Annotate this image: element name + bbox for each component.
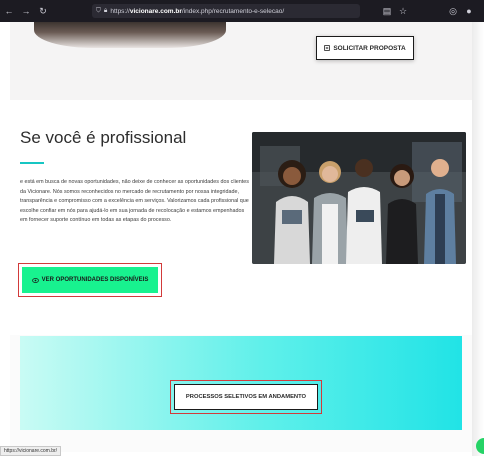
hero-image (34, 22, 226, 48)
shield-icon[interactable]: ⛉ (96, 7, 101, 15)
title-underline (20, 162, 44, 164)
solicitar-proposta-button[interactable]: SOLICITAR PROPOSTA (316, 36, 414, 60)
document-icon (324, 45, 331, 51)
account-icon[interactable]: ● (462, 4, 476, 18)
address-bar[interactable]: ⛉ 🔒︎ https://vicionare.com.br/index.php/… (92, 4, 360, 18)
oportunidades-highlight: VER OPORTUNIDADES DISPONÍVEIS (18, 263, 162, 297)
url-path: /index.php/recrutamento-e-selecao/ (181, 7, 285, 15)
hero-section: SOLICITAR PROPOSTA (10, 22, 472, 100)
lock-icon[interactable]: 🔒︎ (104, 7, 107, 15)
solicitar-proposta-label: SOLICITAR PROPOSTA (333, 44, 406, 52)
section-title: Se você é profissional (20, 128, 187, 147)
reload-icon[interactable]: ↻ (36, 4, 50, 18)
section-body-text: e está em busca de novas oportunidades, … (20, 179, 249, 224)
ver-oportunidades-label: VER OPORTUNIDADES DISPONÍVEIS (41, 277, 149, 283)
reader-icon[interactable]: ▤ (380, 4, 394, 18)
processos-seletivos-button[interactable]: PROCESSOS SELETIVOS EM ANDAMENTO (174, 384, 318, 410)
url-host: vicionare.com.br (129, 7, 182, 15)
eye-icon (31, 277, 39, 283)
status-bar-url: https://vicionare.com.br/ (0, 446, 62, 456)
team-photo-illustration (252, 132, 466, 264)
processos-seletivos-label: PROCESSOS SELETIVOS EM ANDAMENTO (185, 394, 307, 400)
star-icon[interactable]: ☆ (396, 4, 410, 18)
ver-oportunidades-button[interactable]: VER OPORTUNIDADES DISPONÍVEIS (22, 267, 158, 293)
team-photo (252, 132, 466, 264)
forward-icon[interactable]: → (19, 4, 33, 18)
back-icon[interactable]: ← (2, 4, 16, 18)
url-prefix: https:// (110, 7, 130, 15)
browser-toolbar: ← → ↻ ⛉ 🔒︎ https://vicionare.com.br/inde… (0, 0, 484, 22)
pocket-icon[interactable]: ◎ (446, 4, 460, 18)
scroll-shadow (472, 22, 484, 456)
processos-highlight: PROCESSOS SELETIVOS EM ANDAMENTO (170, 380, 322, 414)
screenshot-frame: ← → ↻ ⛉ 🔒︎ https://vicionare.com.br/inde… (0, 0, 484, 456)
